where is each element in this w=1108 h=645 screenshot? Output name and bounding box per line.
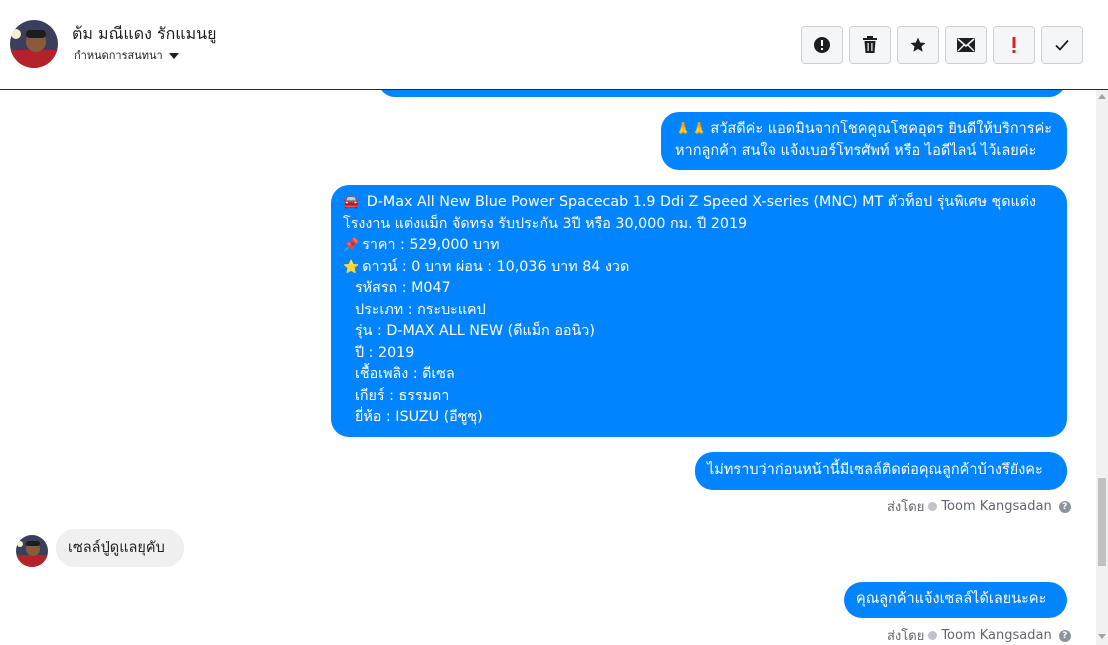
message-thread: 🙏🙏 สวัสดีค่ะ แอดมินจากโชคคูณโชคอุดร ยินดี… — [0, 90, 1096, 645]
scrollbar[interactable] — [1096, 90, 1108, 645]
message-line: ปี : 2019 — [355, 344, 415, 361]
help-icon[interactable]: ? — [1058, 500, 1071, 513]
message-line: เกียร์ : ธรรมดา — [355, 387, 450, 404]
message-line: ยี่ห้อ : ISUZU (อีซูซุ) — [355, 409, 483, 425]
contact-avatar[interactable] — [10, 20, 58, 68]
message-text: ไม่ทราบว่าก่อนหน้านี้มีเซลล์ติดต่อคุณลูก… — [707, 462, 1043, 478]
trash-icon — [863, 36, 877, 53]
message-text: เซลล์ปู่ดูแลยุคับ — [68, 540, 165, 556]
alert-circle-icon — [814, 37, 830, 53]
follow-up-button[interactable] — [993, 26, 1035, 64]
message-text: คุณลูกค้าแจ้งเซลล์ได้เลยนะคะ — [856, 591, 1047, 607]
star-button[interactable] — [897, 26, 939, 64]
caret-down-icon — [168, 52, 179, 59]
mark-unread-button[interactable] — [945, 26, 987, 64]
contact-name[interactable]: ต้ม มณีแดง รักแมนยู — [72, 22, 216, 47]
message-bubble-greeting: 🙏🙏 สวัสดีค่ะ แอดมินจากโชคคูณโชคอุดร ยินดี… — [661, 112, 1067, 170]
message-line: ⭐ ดาวน์ : 0 บาท ผ่อน : 10,036 บาท 84 งวด — [343, 258, 630, 275]
sent-by-label: ส่งโดย — [887, 629, 925, 644]
conversation-settings-dropdown[interactable]: กำหนดการสนทนา — [74, 46, 179, 64]
message-line: ประเภท : กระบะแคป — [355, 301, 486, 318]
sender-name[interactable]: Toom Kangsadan — [941, 628, 1051, 643]
mark-done-button[interactable] — [1041, 26, 1083, 64]
car-emoji: 🚘 — [343, 195, 360, 210]
star-emoji: ⭐ — [343, 259, 360, 275]
sender-name[interactable]: Toom Kangsadan — [941, 499, 1051, 514]
conversation-header: ต้ม มณีแดง รักแมนยู กำหนดการสนทนา — [0, 0, 1108, 90]
pushpin-emoji: 📌 — [343, 238, 360, 253]
sent-by-info: ส่งโดย Toom Kangsadan ? — [887, 625, 1071, 645]
message-line: หากลูกค้า สนใจ แจ้งเบอร์โทรศัพท์ หรือ ไอ… — [675, 142, 1037, 159]
message-bubble-incoming: เซลล์ปู่ดูแลยุคับ — [56, 529, 184, 567]
message-line: 📌 ราคา : 529,000 บาท — [343, 237, 500, 253]
message-bubble-reply: คุณลูกค้าแจ้งเซลล์ได้เลยนะคะ — [844, 582, 1067, 618]
conversation-settings-label: กำหนดการสนทนา — [74, 49, 163, 62]
message-line: รหัสรถ : M047 — [355, 280, 451, 296]
page-dot-icon — [928, 631, 938, 640]
message-bubble-question: ไม่ทราบว่าก่อนหน้านี้มีเซลล์ติดต่อคุณลูก… — [695, 452, 1067, 490]
sent-by-label: ส่งโดย — [887, 500, 925, 515]
page-dot-icon — [928, 502, 938, 511]
message-bubble-partial — [378, 90, 1066, 97]
praying-hands-emoji: 🙏🙏 — [675, 122, 708, 137]
message-line: รุ่น : D-MAX ALL NEW (ดีแม็ก ออนิว) — [355, 323, 595, 339]
message-line: 🚘 D-Max All New Blue Power Spacecab 1.9 … — [343, 194, 1037, 210]
message-line: 🙏🙏 สวัสดีค่ะ แอดมินจากโชคคูณโชคอุดร ยินดี… — [675, 121, 1053, 137]
message-line: โรงงาน แต่งแม็ก จัดทรง รับประกัน 3ปี หรื… — [343, 215, 748, 232]
star-icon — [910, 37, 926, 52]
message-bubble-listing: 🚘 D-Max All New Blue Power Spacecab 1.9 … — [331, 185, 1067, 437]
conversation-toolbar — [801, 26, 1083, 64]
help-icon[interactable]: ? — [1058, 629, 1071, 642]
scroll-up-arrow-icon[interactable] — [1098, 94, 1106, 99]
scrollbar-thumb[interactable] — [1098, 478, 1106, 566]
envelope-icon — [957, 38, 975, 52]
delete-button[interactable] — [849, 26, 891, 64]
contact-avatar-small[interactable] — [16, 535, 48, 567]
report-spam-button[interactable] — [801, 26, 843, 64]
scroll-down-arrow-icon[interactable] — [1098, 634, 1106, 639]
checkmark-icon — [1055, 39, 1069, 51]
sent-by-info: ส่งโดย Toom Kangsadan ? — [887, 496, 1071, 517]
message-line: เชื้อเพลิง : ดีเซล — [355, 366, 455, 382]
exclamation-icon — [1012, 37, 1016, 53]
